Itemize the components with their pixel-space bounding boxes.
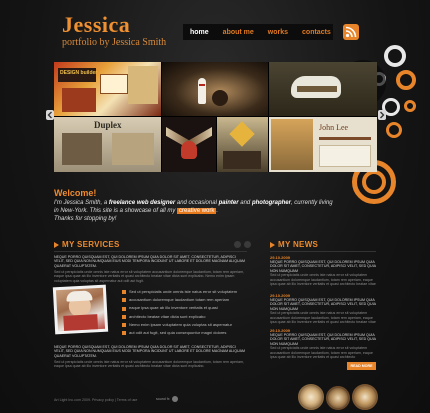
list-item: eaque ipsa quae ab illo inventore verita… bbox=[122, 304, 250, 312]
page: Jessica portfolio by Jessica Smith home … bbox=[0, 0, 430, 413]
deco-circle-orange-2 bbox=[404, 100, 416, 112]
thumb-winged-skull[interactable] bbox=[162, 117, 216, 172]
welcome-title: Welcome! bbox=[54, 188, 97, 198]
welcome-text-part: and occasional bbox=[175, 200, 219, 206]
welcome-text-bold: photographer bbox=[251, 200, 291, 206]
thumb-shoes[interactable] bbox=[269, 62, 377, 116]
services-list: Sed ut perspiciatis unde omnis iste natu… bbox=[122, 288, 250, 337]
gallery-prev-arrow[interactable] bbox=[46, 110, 54, 120]
news-item: 29.10.2009 NEQUE PORRO QUISQUAM EST, QUI… bbox=[270, 255, 376, 286]
thumb-john-lee[interactable]: John Lee bbox=[269, 117, 377, 172]
deco-circle-white bbox=[384, 45, 406, 67]
thumb-design-builder[interactable]: DESIGN builder bbox=[54, 62, 161, 116]
news-item: 29.10.2009 NEQUE PORRO QUISQUAM EST, QUI… bbox=[270, 328, 376, 359]
sound-toggle: sound fx bbox=[156, 396, 178, 402]
thumb-duplex[interactable]: Duplex bbox=[54, 117, 161, 172]
news-caps: NEQUE PORRO QUISQUAM EST, QUI DOLOREM IP… bbox=[270, 260, 376, 273]
services-intro-text: Sed ut perspiciatis unde omnis iste natu… bbox=[54, 270, 244, 283]
nav-home[interactable]: home bbox=[183, 29, 216, 36]
list-item: architecto beatae vitae dicta sunt expli… bbox=[122, 313, 250, 321]
deco-circle-orange bbox=[396, 70, 416, 90]
welcome-text-part: I'm Jessica Smith, a bbox=[54, 200, 109, 206]
services-next-button[interactable] bbox=[244, 241, 251, 248]
welcome-text-part: in New-York. This site is a showcase of … bbox=[54, 208, 178, 214]
news-text: Sed ut perspiciatis unde omnis iste natu… bbox=[270, 346, 373, 360]
news-item: 29.10.2009 NEQUE PORRO QUISQUAM EST, QUI… bbox=[270, 293, 376, 324]
sound-button[interactable] bbox=[171, 396, 178, 402]
news-heading: MY NEWS bbox=[270, 240, 318, 249]
welcome-text-bold: painter bbox=[218, 200, 239, 206]
deco-circle-orange-3 bbox=[386, 122, 402, 138]
news-caps: NEQUE PORRO QUISQUAM EST, QUI DOLOREM IP… bbox=[270, 333, 376, 346]
bullet-arrow-icon bbox=[54, 241, 59, 248]
list-item: Nemo enim ipsam voluptatem quia voluptas… bbox=[122, 321, 250, 329]
social-badge-3[interactable] bbox=[352, 384, 378, 410]
portfolio-gallery: DESIGN builder Duplex John Lee bbox=[54, 62, 377, 172]
services-outro-text: Sed ut perspiciatis unde omnis iste natu… bbox=[54, 360, 244, 369]
logo-subtitle: portfolio by Jessica Smith bbox=[62, 37, 167, 48]
services-nav bbox=[234, 241, 251, 248]
services-title: MY SERVICES bbox=[62, 240, 120, 249]
social-badge-2[interactable] bbox=[326, 386, 350, 410]
social-badge-1[interactable] bbox=[298, 384, 324, 410]
thumb-duplex-label: Duplex bbox=[94, 120, 122, 130]
read-more-button[interactable]: READ MORE bbox=[347, 362, 376, 370]
welcome-text-part: , currently living bbox=[290, 200, 333, 206]
list-item: aut odit aut fugit, sed quia consequuntu… bbox=[122, 329, 250, 337]
list-item: accusantium doloremque laudantium totam … bbox=[122, 296, 250, 304]
services-heading: MY SERVICES bbox=[54, 240, 120, 249]
news-title: MY NEWS bbox=[278, 240, 319, 249]
welcome-text-bold: freelance web designer bbox=[108, 200, 176, 206]
welcome-block: Welcome! I'm Jessica Smith, a freelance … bbox=[54, 188, 384, 223]
rss-icon[interactable] bbox=[343, 24, 359, 40]
thumb-robot[interactable] bbox=[217, 117, 268, 172]
creative-work-link[interactable]: creative work bbox=[177, 208, 217, 214]
news-text: Sed ut perspiciatis unde omnis iste natu… bbox=[270, 273, 376, 287]
bullet-arrow-icon bbox=[270, 241, 275, 248]
nav-about-me[interactable]: about me bbox=[216, 29, 261, 36]
news-caps: NEQUE PORRO QUISQUAM EST, QUI DOLOREM IP… bbox=[270, 298, 376, 311]
welcome-text: I'm Jessica Smith, a freelance web desig… bbox=[54, 199, 384, 223]
profile-photo-image bbox=[55, 287, 106, 332]
thumb-design-builder-label: DESIGN builder bbox=[60, 70, 98, 76]
nav-contacts[interactable]: contacts bbox=[295, 29, 338, 36]
gallery-next-arrow[interactable] bbox=[378, 110, 386, 120]
services-intro-caps: NEQUE PORRO QUISQUAM EST, QUI DOLOREM IP… bbox=[54, 255, 246, 268]
logo-title: Jessica bbox=[62, 12, 131, 37]
news-divider bbox=[270, 251, 376, 252]
welcome-text-part: . bbox=[216, 208, 219, 214]
welcome-text-part: Thanks for stopping by! bbox=[54, 216, 117, 222]
main-nav: home about me works contacts bbox=[183, 24, 333, 40]
list-item: Sed ut perspiciatis unde omnis iste natu… bbox=[122, 288, 250, 296]
nav-works[interactable]: works bbox=[261, 29, 295, 36]
welcome-text-part: and bbox=[238, 200, 252, 206]
footer-copyright: Art Light Inc.com 2009. Privacy policy |… bbox=[54, 398, 138, 402]
services-prev-button[interactable] bbox=[234, 241, 241, 248]
thumb-bowling[interactable] bbox=[162, 62, 268, 116]
services-outro-caps: NEQUE PORRO QUISQUAM EST, QUI DOLOREM IP… bbox=[54, 345, 246, 358]
news-text: Sed ut perspiciatis unde omnis iste natu… bbox=[270, 311, 376, 325]
sound-label: sound fx bbox=[156, 397, 170, 401]
services-divider bbox=[54, 251, 247, 252]
profile-photo bbox=[52, 284, 109, 335]
logo[interactable]: Jessica portfolio by Jessica Smith bbox=[62, 12, 167, 49]
thumb-john-lee-label: John Lee bbox=[319, 123, 349, 132]
